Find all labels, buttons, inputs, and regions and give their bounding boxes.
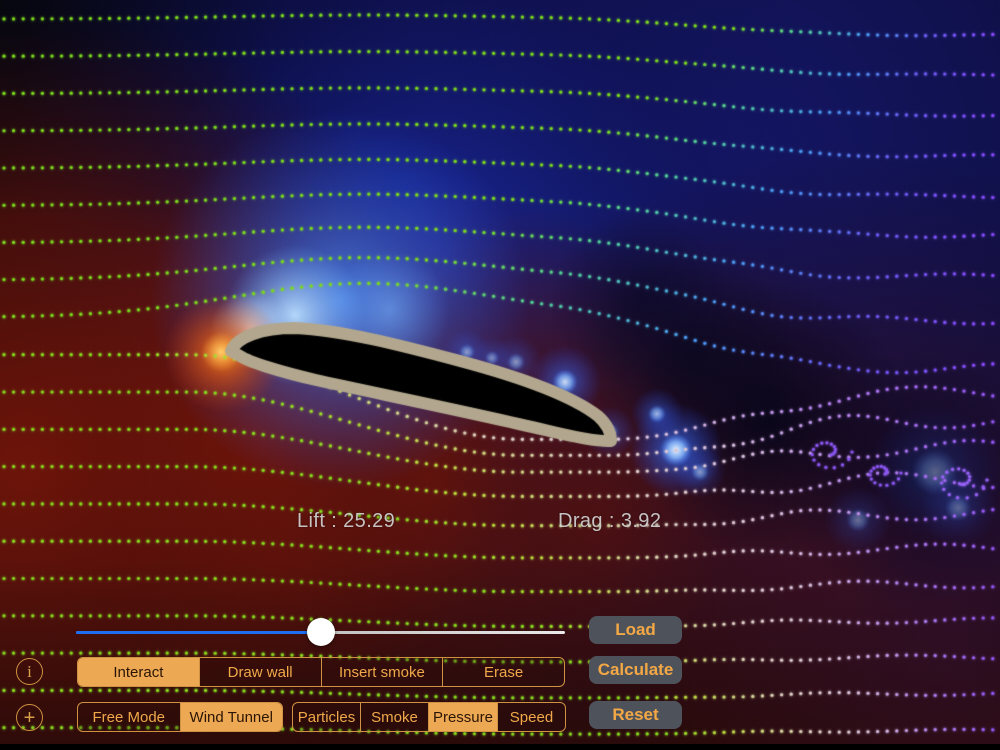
speed-slider-thumb[interactable]	[306, 618, 335, 646]
wind-tunnel-app: Lift : 25.29 Drag : 3.92 i + Interact Dr…	[0, 0, 1000, 750]
mode-tabs: Free Mode Wind Tunnel	[77, 702, 283, 732]
tab-particles[interactable]: Particles	[293, 703, 360, 731]
calculate-button[interactable]: Calculate	[589, 656, 682, 684]
drag-readout: Drag : 3.92	[558, 510, 662, 532]
tab-insert-smoke[interactable]: Insert smoke	[320, 658, 443, 686]
load-button[interactable]: Load	[589, 616, 682, 644]
speed-slider-fill	[76, 631, 321, 634]
info-icon: i	[27, 661, 32, 681]
tab-interact[interactable]: Interact	[78, 658, 199, 686]
tab-speed[interactable]: Speed	[497, 703, 565, 731]
plus-icon: +	[23, 706, 36, 729]
tool-tabs: Interact Draw wall Insert smoke Erase	[77, 657, 565, 687]
reset-button[interactable]: Reset	[589, 701, 682, 729]
bottom-strip	[0, 744, 1000, 750]
tab-wind-tunnel[interactable]: Wind Tunnel	[179, 703, 282, 731]
tab-free-mode[interactable]: Free Mode	[78, 703, 180, 731]
lift-readout: Lift : 25.29	[297, 510, 396, 532]
tab-erase[interactable]: Erase	[442, 658, 564, 686]
tab-draw-wall[interactable]: Draw wall	[198, 658, 321, 686]
simulation-canvas[interactable]	[0, 0, 1000, 750]
add-button[interactable]: +	[16, 704, 43, 731]
tab-pressure[interactable]: Pressure	[427, 703, 497, 731]
tab-smoke[interactable]: Smoke	[359, 703, 428, 731]
view-tabs: Particles Smoke Pressure Speed	[292, 702, 566, 732]
info-button[interactable]: i	[16, 658, 43, 685]
